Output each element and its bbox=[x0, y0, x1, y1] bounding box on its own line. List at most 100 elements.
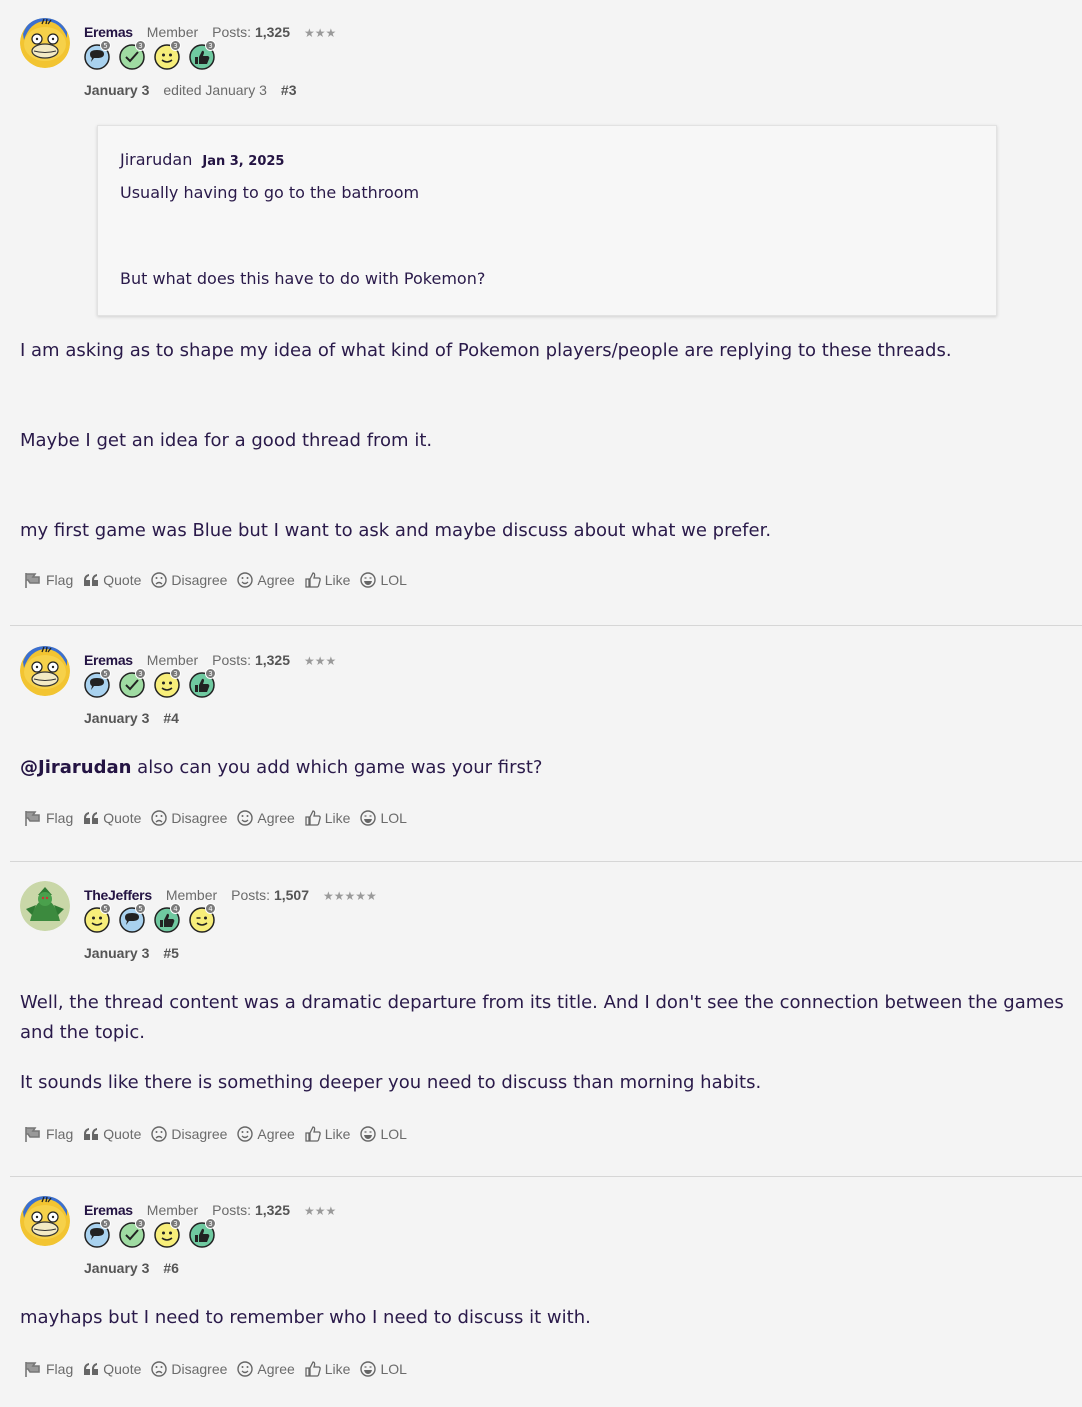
post-number[interactable]: #5 bbox=[163, 945, 179, 961]
smile-icon bbox=[237, 1361, 254, 1377]
avatar[interactable] bbox=[20, 18, 70, 68]
check-badge-icon[interactable]: 3 bbox=[119, 40, 146, 70]
post-count: Posts: 1,325 bbox=[212, 1202, 290, 1218]
comment-4: Eremas Member Posts: 1,325 ★★★ 5 3 3 3 J… bbox=[10, 625, 1082, 861]
like-button[interactable]: Like bbox=[305, 572, 350, 588]
avatar[interactable] bbox=[20, 1196, 70, 1246]
lol-button[interactable]: LOL bbox=[360, 1126, 407, 1142]
rank-stars: ★★★ bbox=[304, 1204, 337, 1218]
thumbs-up-icon bbox=[305, 810, 321, 826]
comment-3: Eremas Member Posts: 1,325 ★★★ 5 3 3 3 J… bbox=[0, 0, 1082, 625]
author-name[interactable]: TheJeffers bbox=[84, 887, 152, 903]
post-date[interactable]: January 3 bbox=[84, 82, 149, 98]
post-number[interactable]: #6 bbox=[163, 1260, 179, 1276]
badge-row: 5 5 4 4 bbox=[84, 903, 216, 933]
post-number[interactable]: #4 bbox=[163, 710, 179, 726]
paragraph: mayhaps but I need to remember who I nee… bbox=[20, 1307, 591, 1328]
psyduck-avatar-icon bbox=[20, 646, 70, 696]
avatar[interactable] bbox=[20, 881, 70, 931]
speech-badge-icon[interactable]: 5 bbox=[119, 903, 146, 933]
smile-icon bbox=[237, 810, 254, 826]
thumb-badge-icon[interactable]: 4 bbox=[154, 903, 181, 933]
speech-badge-icon[interactable]: 5 bbox=[84, 40, 111, 70]
quote-line: Usually having to go to the bathroom bbox=[120, 183, 420, 202]
flag-icon bbox=[25, 1127, 40, 1142]
quote-date[interactable]: Jan 3, 2025 bbox=[202, 154, 284, 169]
thumbs-up-icon bbox=[305, 1361, 321, 1377]
quote-icon bbox=[84, 812, 99, 824]
agree-button[interactable]: Agree bbox=[237, 1126, 295, 1142]
quote-button[interactable]: Quote bbox=[83, 1126, 141, 1142]
wink-badge-icon[interactable]: 4 bbox=[189, 903, 216, 933]
agree-button[interactable]: Agree bbox=[237, 810, 295, 826]
post-date[interactable]: January 3 bbox=[84, 710, 149, 726]
rank-stars: ★★★★★ bbox=[323, 889, 377, 903]
laugh-icon bbox=[360, 1361, 377, 1377]
frown-icon bbox=[151, 810, 168, 826]
paragraph: I am asking as to shape my idea of what … bbox=[20, 340, 952, 361]
like-button[interactable]: Like bbox=[305, 1361, 350, 1377]
psyduck-avatar-icon bbox=[20, 18, 70, 68]
frown-icon bbox=[151, 572, 168, 588]
smile-badge-icon[interactable]: 3 bbox=[154, 668, 181, 698]
thumb-badge-icon[interactable]: 3 bbox=[189, 1218, 216, 1248]
quote-author[interactable]: Jirarudan bbox=[120, 150, 192, 169]
edited-label: edited January 3 bbox=[163, 82, 267, 98]
author-meta: TheJeffers Member Posts: 1,507 ★★★★★ bbox=[84, 887, 377, 903]
post-date-line: January 3 #5 bbox=[84, 945, 179, 961]
comment-body: @Jirarudan also can you add which game w… bbox=[20, 753, 1072, 783]
thumb-badge-icon[interactable]: 3 bbox=[189, 668, 216, 698]
quote-icon bbox=[84, 1363, 99, 1375]
agree-button[interactable]: Agree bbox=[237, 1361, 295, 1377]
flag-button[interactable]: Flag bbox=[24, 1126, 73, 1142]
reaction-bar: Flag Quote Disagree Agree Like LOL bbox=[24, 1361, 407, 1377]
smile-badge-icon[interactable]: 3 bbox=[154, 1218, 181, 1248]
check-badge-icon[interactable]: 3 bbox=[119, 1218, 146, 1248]
smile-icon bbox=[237, 1126, 254, 1142]
frown-icon bbox=[151, 1361, 168, 1377]
post-count: Posts: 1,325 bbox=[212, 24, 290, 40]
smile-badge-icon[interactable]: 3 bbox=[154, 40, 181, 70]
author-name[interactable]: Eremas bbox=[84, 24, 133, 40]
post-date[interactable]: January 3 bbox=[84, 1260, 149, 1276]
rank-stars: ★★★ bbox=[304, 26, 337, 40]
thumb-badge-icon[interactable]: 3 bbox=[189, 40, 216, 70]
reaction-bar: Flag Quote Disagree Agree Like LOL bbox=[24, 810, 407, 826]
comment-body: I am asking as to shape my idea of what … bbox=[20, 336, 1072, 546]
avatar[interactable] bbox=[20, 646, 70, 696]
disagree-button[interactable]: Disagree bbox=[151, 810, 227, 826]
like-button[interactable]: Like bbox=[305, 810, 350, 826]
author-meta: Eremas Member Posts: 1,325 ★★★ bbox=[84, 652, 336, 668]
lol-button[interactable]: LOL bbox=[360, 572, 407, 588]
flag-icon bbox=[25, 811, 40, 826]
flag-button[interactable]: Flag bbox=[24, 1361, 73, 1377]
author-name[interactable]: Eremas bbox=[84, 1202, 133, 1218]
badge-row: 5 3 3 3 bbox=[84, 668, 216, 698]
post-date-line: January 3 #6 bbox=[84, 1260, 179, 1276]
post-date[interactable]: January 3 bbox=[84, 945, 149, 961]
lol-button[interactable]: LOL bbox=[360, 810, 407, 826]
lol-button[interactable]: LOL bbox=[360, 1361, 407, 1377]
quote-button[interactable]: Quote bbox=[83, 1361, 141, 1377]
agree-button[interactable]: Agree bbox=[237, 572, 295, 588]
paragraph: Well, the thread content was a dramatic … bbox=[20, 992, 1064, 1043]
user-mention[interactable]: @Jirarudan bbox=[20, 757, 131, 778]
check-badge-icon[interactable]: 3 bbox=[119, 668, 146, 698]
post-number[interactable]: #3 bbox=[281, 82, 297, 98]
comment-body: Well, the thread content was a dramatic … bbox=[20, 988, 1072, 1098]
speech-badge-icon[interactable]: 5 bbox=[84, 668, 111, 698]
comment-5: TheJeffers Member Posts: 1,507 ★★★★★ 5 5… bbox=[10, 861, 1082, 1176]
author-name[interactable]: Eremas bbox=[84, 652, 133, 668]
like-button[interactable]: Like bbox=[305, 1126, 350, 1142]
quote-button[interactable]: Quote bbox=[83, 572, 141, 588]
quote-button[interactable]: Quote bbox=[83, 810, 141, 826]
flag-button[interactable]: Flag bbox=[24, 572, 73, 588]
disagree-button[interactable]: Disagree bbox=[151, 1361, 227, 1377]
smile-badge-icon[interactable]: 5 bbox=[84, 903, 111, 933]
disagree-button[interactable]: Disagree bbox=[151, 1126, 227, 1142]
post-date-line: January 3 #4 bbox=[84, 710, 179, 726]
disagree-button[interactable]: Disagree bbox=[151, 572, 227, 588]
rayquaza-avatar-icon bbox=[20, 881, 70, 931]
speech-badge-icon[interactable]: 5 bbox=[84, 1218, 111, 1248]
flag-button[interactable]: Flag bbox=[24, 810, 73, 826]
